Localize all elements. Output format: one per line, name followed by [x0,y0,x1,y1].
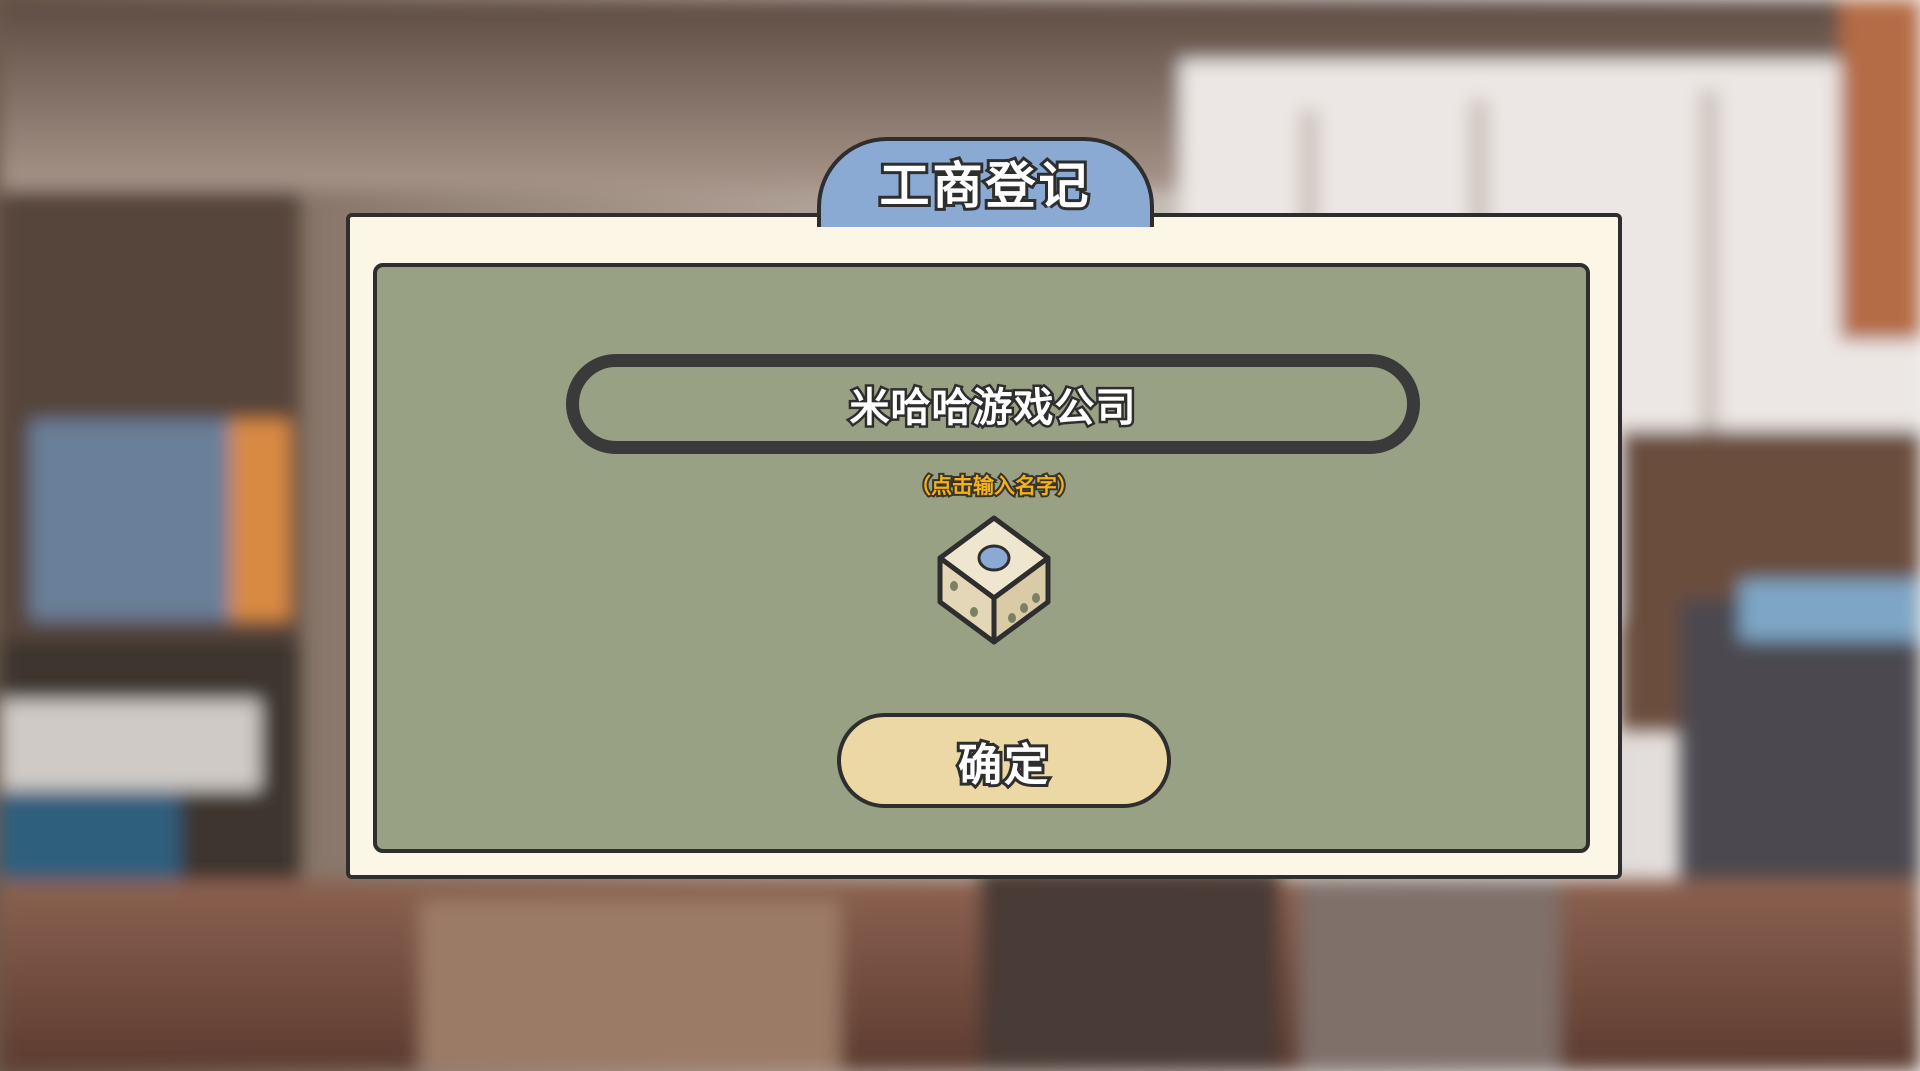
random-name-button[interactable] [932,512,1056,648]
confirm-button-label: 确定 [955,737,1051,794]
confirm-button[interactable]: 确定 [837,713,1171,808]
company-name-input[interactable]: 米哈哈游戏公司 [566,354,1420,454]
company-name-value: 米哈哈游戏公司 [847,383,1138,434]
dialog-title: 工商登记 [877,154,1092,218]
dice-icon [937,515,1051,645]
name-input-hint: （点击输入名字） [908,472,1080,500]
